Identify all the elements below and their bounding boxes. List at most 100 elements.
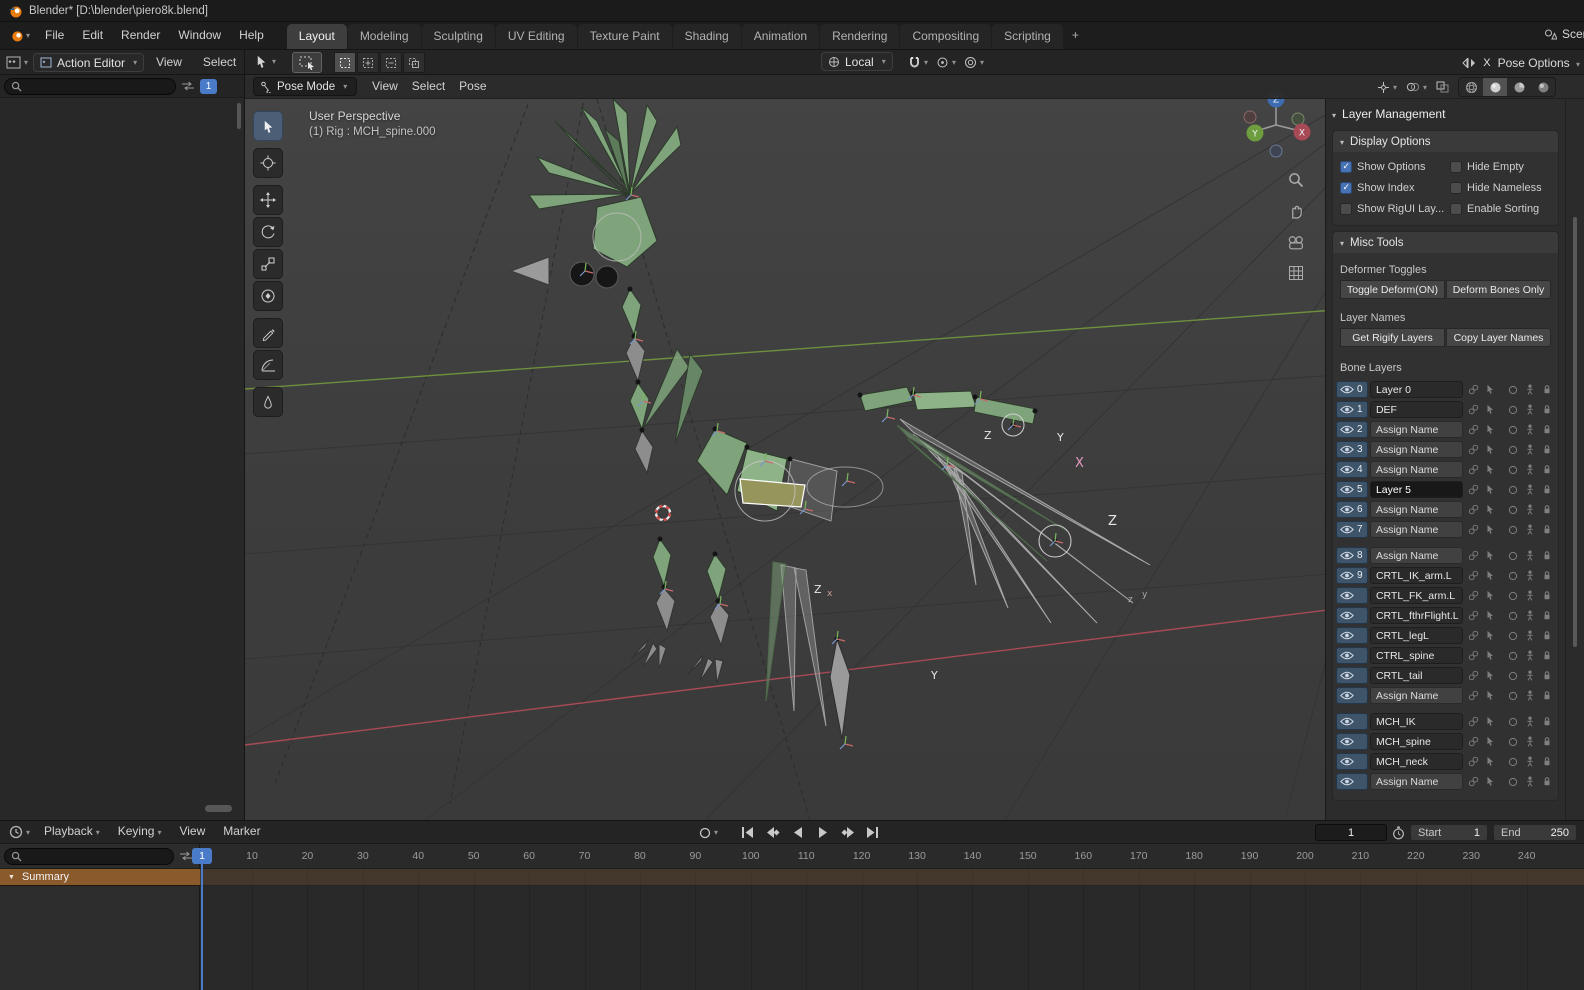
record-button[interactable] xyxy=(698,824,719,841)
workspace-tab[interactable]: Sculpting xyxy=(421,24,495,49)
checkbox-row[interactable]: Hide Empty xyxy=(1450,161,1551,173)
radio-circle-icon[interactable] xyxy=(1505,608,1520,624)
person-icon[interactable] xyxy=(1522,548,1537,564)
panel-title-row[interactable]: Layer Management xyxy=(1332,102,1559,125)
link-icon[interactable] xyxy=(1465,402,1480,418)
mirror-x-toggle[interactable]: X xyxy=(1483,57,1490,69)
menu-item[interactable]: File xyxy=(36,23,73,48)
layer-name-button[interactable]: DEF xyxy=(1369,401,1464,418)
radio-circle-icon[interactable] xyxy=(1505,648,1520,664)
timeline-menu-item[interactable]: Keying xyxy=(109,820,171,844)
link-icon[interactable] xyxy=(1465,568,1480,584)
shading-wireframe-button[interactable] xyxy=(1459,78,1483,96)
viewport-menu-item[interactable]: View xyxy=(365,75,405,98)
select-mode-intersect[interactable] xyxy=(403,52,425,73)
person-icon[interactable] xyxy=(1522,588,1537,604)
select-pointer-icon[interactable] xyxy=(1483,568,1498,584)
layer-visibility-toggle[interactable]: 3 xyxy=(1336,441,1368,458)
menu-view[interactable]: View xyxy=(147,50,191,75)
menu-item[interactable]: Edit xyxy=(73,23,112,48)
vertical-scrollbar[interactable] xyxy=(237,103,241,129)
collapse-icon[interactable] xyxy=(1340,237,1344,249)
select-mode-extend[interactable] xyxy=(357,52,379,73)
layer-name-button[interactable]: MCH_IK xyxy=(1369,713,1464,730)
person-icon[interactable] xyxy=(1522,422,1537,438)
pose-options-popover[interactable]: Pose Options xyxy=(1498,56,1580,70)
rotate-tool-button[interactable] xyxy=(253,217,283,247)
radio-circle-icon[interactable] xyxy=(1505,482,1520,498)
radio-circle-icon[interactable] xyxy=(1505,714,1520,730)
stopwatch-icon[interactable] xyxy=(1392,825,1405,840)
layer-name-button[interactable]: MCH_spine xyxy=(1369,733,1464,750)
checkbox[interactable] xyxy=(1450,203,1463,215)
select-pointer-icon[interactable] xyxy=(1483,668,1498,684)
person-icon[interactable] xyxy=(1522,628,1537,644)
lock-icon[interactable] xyxy=(1540,648,1555,664)
search-input[interactable] xyxy=(4,77,176,95)
current-frame-marker[interactable]: 1 xyxy=(192,848,212,864)
person-icon[interactable] xyxy=(1522,688,1537,704)
timeline-editor-type-button[interactable] xyxy=(5,825,34,839)
layer-visibility-toggle[interactable] xyxy=(1336,587,1368,604)
layer-name-button[interactable]: CRTL_tail xyxy=(1369,667,1464,684)
radio-circle-icon[interactable] xyxy=(1505,754,1520,770)
link-icon[interactable] xyxy=(1465,462,1480,478)
proportional-edit-button[interactable] xyxy=(964,56,984,69)
layer-visibility-toggle[interactable] xyxy=(1336,667,1368,684)
select-mode-new[interactable] xyxy=(334,52,356,73)
timeline-menu-item[interactable]: View xyxy=(170,820,214,844)
transform-tool-button[interactable] xyxy=(253,281,283,311)
panel-scrollbar[interactable] xyxy=(1573,217,1577,647)
workspace-tab[interactable]: Modeling xyxy=(347,24,421,49)
person-icon[interactable] xyxy=(1522,568,1537,584)
swap-arrows-icon[interactable] xyxy=(179,851,193,861)
lock-icon[interactable] xyxy=(1540,568,1555,584)
lock-icon[interactable] xyxy=(1540,422,1555,438)
link-icon[interactable] xyxy=(1465,442,1480,458)
snap-target-button[interactable] xyxy=(936,56,956,69)
layer-visibility-toggle[interactable]: 0 xyxy=(1336,381,1368,398)
checkbox[interactable] xyxy=(1340,203,1352,215)
link-icon[interactable] xyxy=(1465,422,1480,438)
person-icon[interactable] xyxy=(1522,522,1537,538)
layer-visibility-toggle[interactable]: 6 xyxy=(1336,501,1368,518)
annotate-tool-button[interactable] xyxy=(253,318,283,348)
select-mode-subtract[interactable] xyxy=(380,52,402,73)
current-frame-field[interactable]: 1 xyxy=(1315,824,1387,841)
select-pointer-icon[interactable] xyxy=(1483,522,1498,538)
radio-circle-icon[interactable] xyxy=(1505,422,1520,438)
layer-name-button[interactable]: CRTL_fthrFlight.L xyxy=(1369,607,1464,624)
layer-visibility-toggle[interactable] xyxy=(1336,687,1368,704)
timeline-search-input[interactable] xyxy=(4,847,174,865)
radio-circle-icon[interactable] xyxy=(1505,774,1520,790)
person-icon[interactable] xyxy=(1522,482,1537,498)
end-frame-field[interactable]: End 250 xyxy=(1493,824,1577,841)
select-pointer-icon[interactable] xyxy=(1483,402,1498,418)
menu-item[interactable]: Help xyxy=(230,23,273,48)
radio-circle-icon[interactable] xyxy=(1505,522,1520,538)
lock-icon[interactable] xyxy=(1540,774,1555,790)
gizmo-y-neg[interactable] xyxy=(1291,112,1305,126)
app-menu-button[interactable] xyxy=(4,29,36,42)
checkbox[interactable] xyxy=(1340,161,1352,173)
layer-name-button[interactable]: Layer 5 xyxy=(1369,481,1464,498)
radio-circle-icon[interactable] xyxy=(1505,502,1520,518)
checkbox[interactable] xyxy=(1450,182,1463,194)
lock-icon[interactable] xyxy=(1540,442,1555,458)
viewport-menu-item[interactable]: Select xyxy=(405,75,452,98)
layer-visibility-toggle[interactable] xyxy=(1336,773,1368,790)
checkbox-row[interactable]: Show Options xyxy=(1340,161,1446,173)
lock-icon[interactable] xyxy=(1540,522,1555,538)
layer-name-button[interactable]: Assign Name xyxy=(1369,501,1464,518)
layer-names-button[interactable]: Copy Layer Names xyxy=(1446,328,1551,347)
layer-name-button[interactable]: Assign Name xyxy=(1369,441,1464,458)
radio-circle-icon[interactable] xyxy=(1505,668,1520,684)
layer-visibility-toggle[interactable]: 2 xyxy=(1336,421,1368,438)
scene-selector[interactable]: Scene xyxy=(1544,27,1584,41)
link-icon[interactable] xyxy=(1465,668,1480,684)
select-pointer-icon[interactable] xyxy=(1483,502,1498,518)
person-icon[interactable] xyxy=(1522,402,1537,418)
person-icon[interactable] xyxy=(1522,648,1537,664)
workspace-tab[interactable]: Rendering xyxy=(820,24,900,49)
layer-visibility-toggle[interactable]: 9 xyxy=(1336,567,1368,584)
